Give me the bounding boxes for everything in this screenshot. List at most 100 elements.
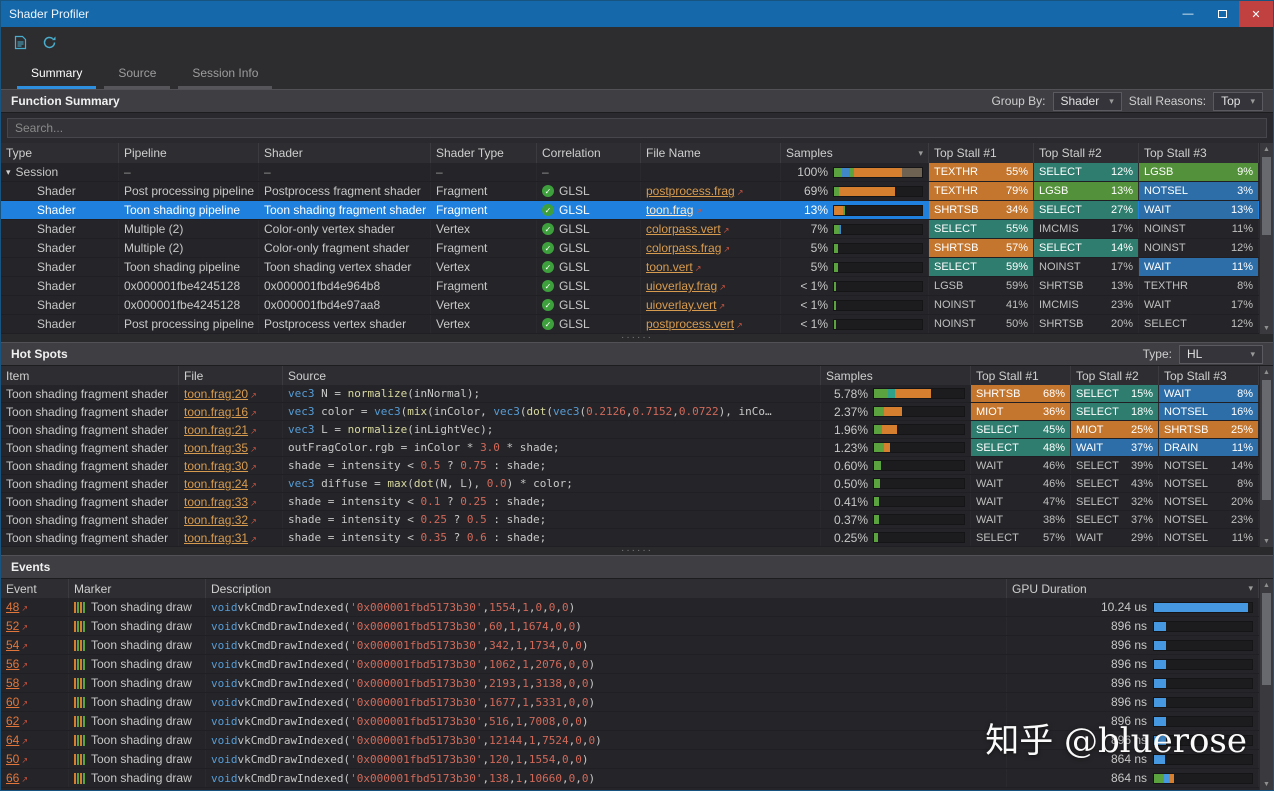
column-header-description[interactable]: Description xyxy=(206,579,1007,598)
function-summary-row[interactable]: ▾ Session – – – –100% TEXTHR 55% SELECT 12% LGSB 9% xyxy=(1,163,1259,182)
hot-spot-row[interactable]: Toon shading fragment shader toon.frag:30… xyxy=(1,457,1259,475)
event-row[interactable]: 58 ↗ Toon shading draw void vkCmdDrawIndexe… xyxy=(1,674,1259,693)
event-row[interactable]: 52 ↗ Toon shading draw void vkCmdDrawIndexe… xyxy=(1,617,1259,636)
file-link[interactable]: toon.frag:16 ↗ xyxy=(184,405,257,419)
function-summary-scrollbar[interactable]: ▲ ▼ xyxy=(1259,143,1273,334)
expander-icon[interactable]: ▾ xyxy=(6,167,11,178)
hot-spot-row[interactable]: Toon shading fragment shader toon.frag:35… xyxy=(1,439,1259,457)
event-link[interactable]: 52 ↗ xyxy=(6,619,28,633)
event-row[interactable]: 60 ↗ Toon shading draw void vkCmdDrawIndexe… xyxy=(1,693,1259,712)
file-link[interactable]: toon.frag:33 ↗ xyxy=(184,495,257,509)
event-link[interactable]: 66 ↗ xyxy=(6,771,28,785)
function-summary-row[interactable]: Shader Toon shading pipeline Toon shading … xyxy=(1,258,1259,277)
event-row[interactable]: 48 ↗ Toon shading draw void vkCmdDrawIndexe… xyxy=(1,598,1259,617)
event-row[interactable]: 66 ↗ Toon shading draw void vkCmdDrawIndexe… xyxy=(1,769,1259,788)
refresh-button[interactable] xyxy=(42,35,57,50)
splitter-handle[interactable]: ······ xyxy=(1,546,1273,556)
column-header-samples[interactable]: Samples xyxy=(821,366,971,385)
event-link[interactable]: 50 ↗ xyxy=(6,752,28,766)
column-header-top-stall-1[interactable]: Top Stall #1 xyxy=(971,366,1071,385)
export-report-button[interactable] xyxy=(13,35,28,50)
file-link[interactable]: toon.frag ↗ xyxy=(646,203,702,217)
hot-spot-row[interactable]: Toon shading fragment shader toon.frag:24… xyxy=(1,475,1259,493)
file-link[interactable]: postprocess.vert ↗ xyxy=(646,317,743,331)
tab-summary[interactable]: Summary xyxy=(17,61,97,89)
event-row[interactable]: 54 ↗ Toon shading draw void vkCmdDrawIndexe… xyxy=(1,636,1259,655)
file-link[interactable]: toon.frag:35 ↗ xyxy=(184,441,257,455)
event-link[interactable]: 56 ↗ xyxy=(6,657,28,671)
tab-session-info[interactable]: Session Info xyxy=(178,61,273,89)
event-row[interactable]: 50 ↗ Toon shading draw void vkCmdDrawIndexe… xyxy=(1,750,1259,769)
hot-spot-row[interactable]: Toon shading fragment shader toon.frag:21… xyxy=(1,421,1259,439)
file-link[interactable]: toon.frag:20 ↗ xyxy=(184,387,257,401)
column-header-samples[interactable]: Samples ▾ xyxy=(781,143,929,163)
type-dropdown[interactable]: HL ▾ xyxy=(1179,344,1263,364)
scroll-up-icon[interactable]: ▲ xyxy=(1260,143,1273,155)
file-link[interactable]: colorpass.frag ↗ xyxy=(646,241,730,255)
column-header-top-stall-3[interactable]: Top Stall #3 xyxy=(1159,366,1259,385)
file-link[interactable]: colorpass.vert ↗ xyxy=(646,222,729,236)
function-summary-row[interactable]: Shader Multiple (2) Color-only vertex shad… xyxy=(1,220,1259,239)
event-link[interactable]: 60 ↗ xyxy=(6,695,28,709)
file-link[interactable]: toon.frag:24 ↗ xyxy=(184,477,257,491)
file-link[interactable]: toon.frag:21 ↗ xyxy=(184,423,257,437)
group-by-dropdown[interactable]: Shader ▾ xyxy=(1052,91,1122,111)
function-summary-row[interactable]: Shader Post processing pipeline Postproces… xyxy=(1,182,1259,201)
column-header-top-stall-1[interactable]: Top Stall #1 xyxy=(929,143,1034,163)
column-header-shader-type[interactable]: Shader Type xyxy=(431,143,537,163)
close-button[interactable]: ✕ xyxy=(1239,1,1273,27)
scroll-up-icon[interactable]: ▲ xyxy=(1260,366,1273,378)
hot-spot-row[interactable]: Toon shading fragment shader toon.frag:33… xyxy=(1,493,1259,511)
maximize-button[interactable] xyxy=(1205,1,1239,27)
column-header-correlation[interactable]: Correlation xyxy=(537,143,641,163)
search-input[interactable] xyxy=(7,118,1267,138)
column-header-top-stall-2[interactable]: Top Stall #2 xyxy=(1071,366,1159,385)
column-header-top-stall-2[interactable]: Top Stall #2 xyxy=(1034,143,1139,163)
hot-spot-row[interactable]: Toon shading fragment shader toon.frag:16… xyxy=(1,403,1259,421)
scrollbar-thumb[interactable] xyxy=(1262,380,1271,500)
splitter-handle[interactable]: ······ xyxy=(1,333,1273,343)
tab-source[interactable]: Source xyxy=(104,61,171,89)
column-header-source[interactable]: Source xyxy=(283,366,821,385)
column-header-file-name[interactable]: File Name xyxy=(641,143,781,163)
scroll-up-icon[interactable]: ▲ xyxy=(1260,579,1273,591)
column-header-pipeline[interactable]: Pipeline xyxy=(119,143,259,163)
stall-reasons-dropdown[interactable]: Top ▾ xyxy=(1213,91,1263,111)
column-header-marker[interactable]: Marker xyxy=(69,579,206,598)
hot-spots-scrollbar[interactable]: ▲ ▼ xyxy=(1259,366,1273,547)
event-link[interactable]: 48 ↗ xyxy=(6,600,28,614)
file-link[interactable]: postprocess.frag ↗ xyxy=(646,184,743,198)
column-header-shader[interactable]: Shader xyxy=(259,143,431,163)
scroll-down-icon[interactable]: ▼ xyxy=(1260,322,1273,334)
file-link[interactable]: toon.frag:30 ↗ xyxy=(184,459,257,473)
event-link[interactable]: 54 ↗ xyxy=(6,638,28,652)
event-link[interactable]: 62 ↗ xyxy=(6,714,28,728)
file-link[interactable]: toon.vert ↗ xyxy=(646,260,701,274)
events-scrollbar[interactable]: ▲ ▼ xyxy=(1259,579,1273,790)
scroll-down-icon[interactable]: ▼ xyxy=(1260,778,1273,790)
event-row[interactable]: 62 ↗ Toon shading draw void vkCmdDrawIndexe… xyxy=(1,712,1259,731)
hot-spot-row[interactable]: Toon shading fragment shader toon.frag:20… xyxy=(1,385,1259,403)
column-header-event[interactable]: Event xyxy=(1,579,69,598)
minimize-button[interactable]: — xyxy=(1171,1,1205,27)
function-summary-row[interactable]: Shader Multiple (2) Color-only fragment sh… xyxy=(1,239,1259,258)
file-link[interactable]: toon.frag:31 ↗ xyxy=(184,531,257,545)
function-summary-row[interactable]: Shader 0x000001fbe4245128 0x000001fbd4e97a… xyxy=(1,296,1259,315)
file-link[interactable]: uioverlay.frag ↗ xyxy=(646,279,726,293)
column-header-top-stall-3[interactable]: Top Stall #3 xyxy=(1139,143,1259,163)
event-link[interactable]: 64 ↗ xyxy=(6,733,28,747)
scroll-down-icon[interactable]: ▼ xyxy=(1260,535,1273,547)
event-row[interactable]: 56 ↗ Toon shading draw void vkCmdDrawIndexe… xyxy=(1,655,1259,674)
function-summary-row[interactable]: Shader 0x000001fbe4245128 0x000001fbd4e964… xyxy=(1,277,1259,296)
event-row[interactable]: 64 ↗ Toon shading draw void vkCmdDrawIndexe… xyxy=(1,731,1259,750)
column-header-type[interactable]: Type xyxy=(1,143,119,163)
column-header-gpu-duration[interactable]: GPU Duration ▾ xyxy=(1007,579,1259,598)
file-link[interactable]: uioverlay.vert ↗ xyxy=(646,298,725,312)
event-link[interactable]: 58 ↗ xyxy=(6,676,28,690)
function-summary-row[interactable]: Shader Toon shading pipeline Toon shading … xyxy=(1,201,1259,220)
scrollbar-thumb[interactable] xyxy=(1262,157,1271,235)
hot-spot-row[interactable]: Toon shading fragment shader toon.frag:32… xyxy=(1,511,1259,529)
scrollbar-thumb[interactable] xyxy=(1262,593,1271,685)
column-header-item[interactable]: Item xyxy=(1,366,179,385)
column-header-file[interactable]: File xyxy=(179,366,283,385)
